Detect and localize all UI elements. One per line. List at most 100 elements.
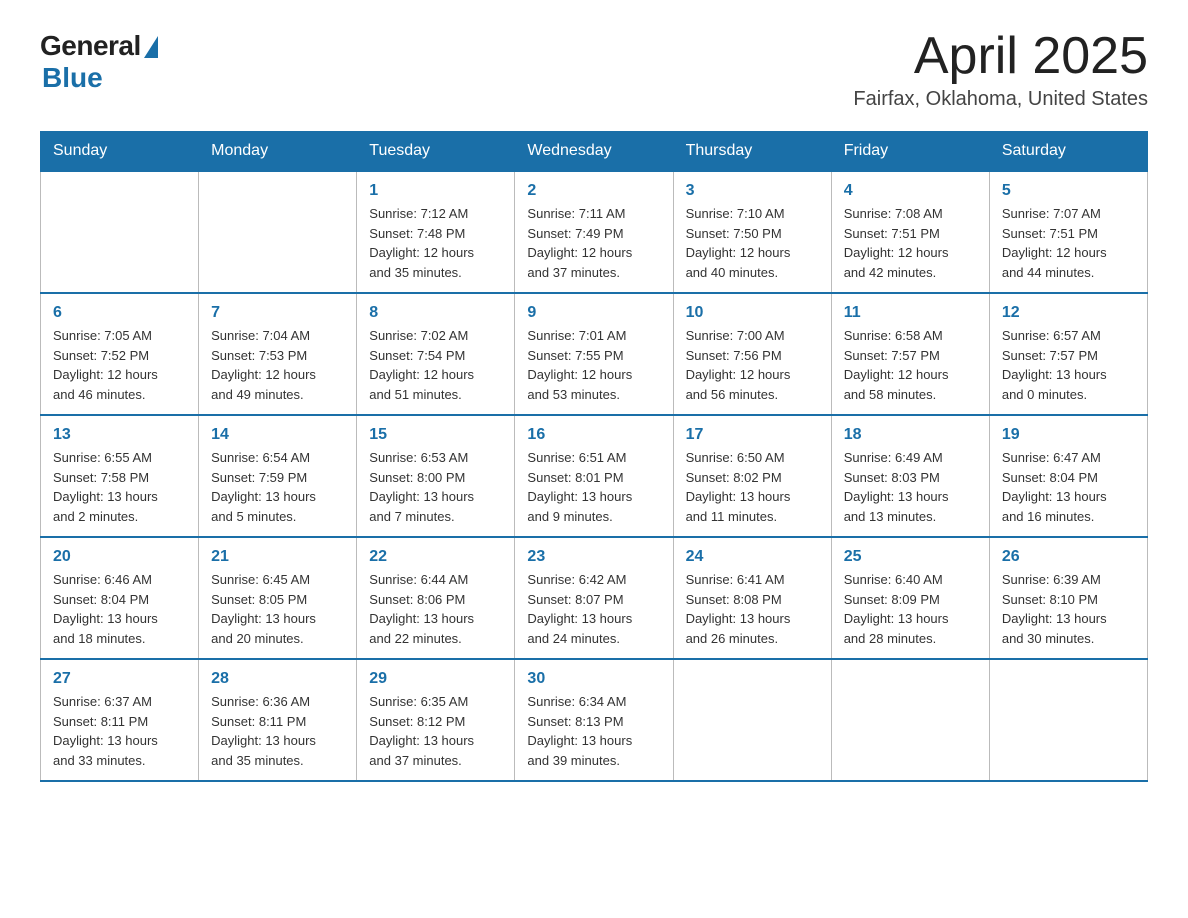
day-info: Sunrise: 6:40 AM Sunset: 8:09 PM Dayligh… [844, 570, 977, 648]
day-info: Sunrise: 6:54 AM Sunset: 7:59 PM Dayligh… [211, 448, 344, 526]
calendar-cell: 12 Sunrise: 6:57 AM Sunset: 7:57 PM Dayli… [989, 293, 1147, 415]
month-title: April 2025 [853, 30, 1148, 82]
calendar-cell: 9 Sunrise: 7:01 AM Sunset: 7:55 PM Daylig… [515, 293, 673, 415]
calendar-cell: 16 Sunrise: 6:51 AM Sunset: 8:01 PM Dayli… [515, 415, 673, 537]
day-info: Sunrise: 7:07 AM Sunset: 7:51 PM Dayligh… [1002, 204, 1135, 282]
day-info: Sunrise: 6:36 AM Sunset: 8:11 PM Dayligh… [211, 692, 344, 770]
calendar-cell: 6 Sunrise: 7:05 AM Sunset: 7:52 PM Daylig… [41, 293, 199, 415]
day-number: 19 [1002, 426, 1135, 444]
calendar-cell: 20 Sunrise: 6:46 AM Sunset: 8:04 PM Dayli… [41, 537, 199, 659]
day-info: Sunrise: 7:04 AM Sunset: 7:53 PM Dayligh… [211, 326, 344, 404]
logo-triangle-icon [144, 36, 158, 58]
calendar-cell: 21 Sunrise: 6:45 AM Sunset: 8:05 PM Dayli… [199, 537, 357, 659]
day-info: Sunrise: 6:58 AM Sunset: 7:57 PM Dayligh… [844, 326, 977, 404]
day-info: Sunrise: 6:53 AM Sunset: 8:00 PM Dayligh… [369, 448, 502, 526]
day-number: 12 [1002, 304, 1135, 322]
calendar-cell: 19 Sunrise: 6:47 AM Sunset: 8:04 PM Dayli… [989, 415, 1147, 537]
day-info: Sunrise: 7:10 AM Sunset: 7:50 PM Dayligh… [686, 204, 819, 282]
title-section: April 2025 Fairfax, Oklahoma, United Sta… [853, 30, 1148, 111]
calendar-week-row: 13 Sunrise: 6:55 AM Sunset: 7:58 PM Dayli… [41, 415, 1148, 537]
calendar-cell [673, 659, 831, 781]
day-number: 17 [686, 426, 819, 444]
page-header: General Blue April 2025 Fairfax, Oklahom… [40, 30, 1148, 111]
day-number: 20 [53, 548, 186, 566]
day-number: 21 [211, 548, 344, 566]
calendar-cell: 28Sunrise: 6:36 AM Sunset: 8:11 PM Dayli… [199, 659, 357, 781]
calendar-cell [989, 659, 1147, 781]
calendar-week-row: 1Sunrise: 7:12 AM Sunset: 7:48 PM Daylig… [41, 171, 1148, 293]
day-info: Sunrise: 6:44 AM Sunset: 8:06 PM Dayligh… [369, 570, 502, 648]
day-number: 13 [53, 426, 186, 444]
day-info: Sunrise: 6:34 AM Sunset: 8:13 PM Dayligh… [527, 692, 660, 770]
day-number: 15 [369, 426, 502, 444]
calendar-cell: 29Sunrise: 6:35 AM Sunset: 8:12 PM Dayli… [357, 659, 515, 781]
day-number: 6 [53, 304, 186, 322]
calendar-cell: 2 Sunrise: 7:11 AM Sunset: 7:49 PM Daylig… [515, 171, 673, 293]
day-of-week-header: Monday [199, 132, 357, 172]
day-of-week-header: Thursday [673, 132, 831, 172]
day-number: 9 [527, 304, 660, 322]
logo-blue-text: Blue [42, 62, 103, 94]
calendar-header-row: SundayMondayTuesdayWednesdayThursdayFrid… [41, 132, 1148, 172]
calendar-cell: 8 Sunrise: 7:02 AM Sunset: 7:54 PM Daylig… [357, 293, 515, 415]
calendar-cell: 1Sunrise: 7:12 AM Sunset: 7:48 PM Daylig… [357, 171, 515, 293]
day-info: Sunrise: 6:45 AM Sunset: 8:05 PM Dayligh… [211, 570, 344, 648]
day-info: Sunrise: 6:55 AM Sunset: 7:58 PM Dayligh… [53, 448, 186, 526]
day-number: 3 [686, 182, 819, 200]
day-info: Sunrise: 6:39 AM Sunset: 8:10 PM Dayligh… [1002, 570, 1135, 648]
day-info: Sunrise: 7:00 AM Sunset: 7:56 PM Dayligh… [686, 326, 819, 404]
day-info: Sunrise: 6:57 AM Sunset: 7:57 PM Dayligh… [1002, 326, 1135, 404]
calendar-cell: 24 Sunrise: 6:41 AM Sunset: 8:08 PM Dayli… [673, 537, 831, 659]
calendar-cell: 15 Sunrise: 6:53 AM Sunset: 8:00 PM Dayli… [357, 415, 515, 537]
day-info: Sunrise: 7:11 AM Sunset: 7:49 PM Dayligh… [527, 204, 660, 282]
day-of-week-header: Sunday [41, 132, 199, 172]
day-info: Sunrise: 7:05 AM Sunset: 7:52 PM Dayligh… [53, 326, 186, 404]
day-number: 23 [527, 548, 660, 566]
day-number: 24 [686, 548, 819, 566]
day-number: 29 [369, 670, 502, 688]
location-text: Fairfax, Oklahoma, United States [853, 88, 1148, 111]
day-number: 27 [53, 670, 186, 688]
day-info: Sunrise: 6:47 AM Sunset: 8:04 PM Dayligh… [1002, 448, 1135, 526]
day-number: 25 [844, 548, 977, 566]
day-info: Sunrise: 6:51 AM Sunset: 8:01 PM Dayligh… [527, 448, 660, 526]
day-number: 5 [1002, 182, 1135, 200]
day-info: Sunrise: 6:49 AM Sunset: 8:03 PM Dayligh… [844, 448, 977, 526]
day-number: 26 [1002, 548, 1135, 566]
calendar-cell: 25 Sunrise: 6:40 AM Sunset: 8:09 PM Dayli… [831, 537, 989, 659]
calendar-cell: 10Sunrise: 7:00 AM Sunset: 7:56 PM Dayli… [673, 293, 831, 415]
calendar-week-row: 6 Sunrise: 7:05 AM Sunset: 7:52 PM Daylig… [41, 293, 1148, 415]
day-info: Sunrise: 6:37 AM Sunset: 8:11 PM Dayligh… [53, 692, 186, 770]
calendar-cell: 3 Sunrise: 7:10 AM Sunset: 7:50 PM Daylig… [673, 171, 831, 293]
day-of-week-header: Saturday [989, 132, 1147, 172]
day-number: 8 [369, 304, 502, 322]
day-number: 11 [844, 304, 977, 322]
day-info: Sunrise: 6:46 AM Sunset: 8:04 PM Dayligh… [53, 570, 186, 648]
day-info: Sunrise: 6:41 AM Sunset: 8:08 PM Dayligh… [686, 570, 819, 648]
calendar-cell: 23Sunrise: 6:42 AM Sunset: 8:07 PM Dayli… [515, 537, 673, 659]
day-number: 30 [527, 670, 660, 688]
day-number: 14 [211, 426, 344, 444]
day-of-week-header: Friday [831, 132, 989, 172]
day-of-week-header: Wednesday [515, 132, 673, 172]
day-number: 7 [211, 304, 344, 322]
day-info: Sunrise: 7:08 AM Sunset: 7:51 PM Dayligh… [844, 204, 977, 282]
calendar-cell: 17Sunrise: 6:50 AM Sunset: 8:02 PM Dayli… [673, 415, 831, 537]
calendar-cell [199, 171, 357, 293]
day-info: Sunrise: 7:01 AM Sunset: 7:55 PM Dayligh… [527, 326, 660, 404]
calendar-week-row: 20 Sunrise: 6:46 AM Sunset: 8:04 PM Dayli… [41, 537, 1148, 659]
calendar-cell: 7 Sunrise: 7:04 AM Sunset: 7:53 PM Daylig… [199, 293, 357, 415]
calendar-cell [831, 659, 989, 781]
calendar-cell: 4Sunrise: 7:08 AM Sunset: 7:51 PM Daylig… [831, 171, 989, 293]
day-number: 22 [369, 548, 502, 566]
calendar-cell: 30 Sunrise: 6:34 AM Sunset: 8:13 PM Dayli… [515, 659, 673, 781]
day-info: Sunrise: 7:02 AM Sunset: 7:54 PM Dayligh… [369, 326, 502, 404]
day-number: 18 [844, 426, 977, 444]
calendar-cell: 22 Sunrise: 6:44 AM Sunset: 8:06 PM Dayli… [357, 537, 515, 659]
calendar-cell: 18 Sunrise: 6:49 AM Sunset: 8:03 PM Dayli… [831, 415, 989, 537]
day-number: 16 [527, 426, 660, 444]
calendar-cell: 5 Sunrise: 7:07 AM Sunset: 7:51 PM Daylig… [989, 171, 1147, 293]
day-number: 2 [527, 182, 660, 200]
calendar-cell: 27 Sunrise: 6:37 AM Sunset: 8:11 PM Dayli… [41, 659, 199, 781]
day-number: 1 [369, 182, 502, 200]
